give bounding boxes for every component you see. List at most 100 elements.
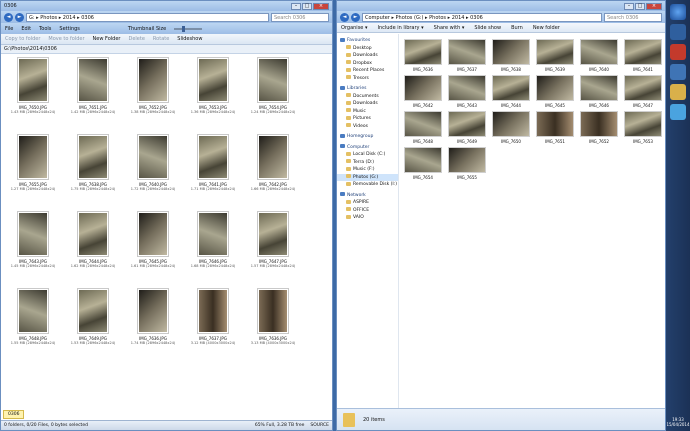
minimize-button[interactable]: – [291, 2, 301, 10]
file-thumbnail[interactable]: IMG_7655.JPG 1.27 MB (2896x2448x24) [7, 134, 59, 191]
nav-item[interactable]: Recent Places [337, 67, 398, 75]
file-thumbnail[interactable]: IMG_7640.JPG 1.72 MB (2896x2448x24) [127, 134, 179, 191]
start-button-icon[interactable] [670, 4, 686, 20]
file-thumbnail[interactable]: IMG_7646.JPG 1.68 MB (2896x2448x24) [187, 211, 239, 268]
file-thumbnail[interactable]: IMG_7637 [445, 39, 489, 72]
nav-item[interactable]: Videos [337, 123, 398, 131]
nav-item[interactable]: Favourites [337, 37, 398, 45]
file-thumbnail[interactable]: IMG_7651.JPG 1.42 MB (2896x2448x24) [67, 57, 119, 114]
file-thumbnail[interactable]: IMG_7647 [621, 75, 665, 108]
nav-item[interactable]: Documents [337, 93, 398, 101]
menu-tools[interactable]: Tools [39, 26, 51, 32]
file-thumbnail[interactable]: IMG_7640 [577, 39, 621, 72]
nav-item[interactable]: Tresors [337, 75, 398, 83]
nav-item[interactable]: Downloads [337, 52, 398, 60]
file-thumbnail[interactable]: IMG_7655 [445, 147, 489, 180]
file-thumbnail[interactable]: IMG_7645.JPG 1.61 MB (2896x2448x24) [127, 211, 179, 268]
forward-button[interactable]: ► [15, 12, 24, 22]
nav-item[interactable]: Removable Disk (I:) [337, 181, 398, 189]
file-thumbnail[interactable]: IMG_7649 [445, 111, 489, 144]
file-thumbnail[interactable]: IMG_7643.JPG 1.45 MB (2896x2448x24) [7, 211, 59, 268]
file-thumbnail[interactable]: IMG_7641.JPG 1.71 MB (2896x2448x24) [187, 134, 239, 191]
file-thumbnail[interactable]: IMG_7638 [489, 39, 533, 72]
share-with-button[interactable]: Share with ▾ [434, 25, 465, 31]
file-thumbnail[interactable]: IMG_7653.JPG 1.36 MB (2896x2448x24) [187, 57, 239, 114]
slideshow-button[interactable]: Slideshow [177, 36, 202, 42]
right-address-bar[interactable]: Computer ▸ Photos (G:) ▸ Photos ▸ 2014 ▸… [362, 12, 602, 22]
include-library-button[interactable]: Include in library ▾ [377, 25, 423, 31]
move-to-folder-button[interactable]: Move to folder [48, 36, 84, 42]
organise-button[interactable]: Organise ▾ [341, 25, 367, 31]
back-button[interactable]: ◄ [4, 12, 13, 22]
back-button[interactable]: ◄ [340, 12, 349, 22]
new-folder-button[interactable]: New Folder [93, 36, 121, 42]
file-thumbnail[interactable]: IMG_7637.JPG 3.12 MB (4000x3000x24) [187, 288, 239, 345]
file-thumbnail[interactable]: IMG_7636.JPG 3.13 MB (4000x3000x24) [247, 288, 299, 345]
nav-item[interactable]: Pictures [337, 115, 398, 123]
file-thumbnail[interactable]: IMG_7653 [621, 111, 665, 144]
file-thumbnail[interactable]: IMG_7642.JPG 1.66 MB (2896x2448x24) [247, 134, 299, 191]
file-thumbnail[interactable]: IMG_7636.JPG 1.74 MB (2896x2448x24) [127, 288, 179, 345]
taskbar-app-icon[interactable] [670, 84, 686, 100]
nav-item[interactable]: Network [337, 192, 398, 200]
taskbar-app-icon[interactable] [670, 44, 686, 60]
burn-button[interactable]: Burn [511, 25, 523, 31]
close-button[interactable]: × [313, 2, 329, 10]
nav-item[interactable]: Music [337, 108, 398, 116]
new-folder-button[interactable]: New folder [533, 25, 560, 31]
nav-item[interactable]: Photos (G:) [337, 173, 398, 181]
minimize-button[interactable]: – [624, 2, 634, 10]
copy-to-folder-button[interactable]: Copy to folder [5, 36, 40, 42]
menu-settings[interactable]: Settings [59, 26, 80, 32]
file-thumbnail[interactable]: IMG_7643 [445, 75, 489, 108]
file-thumbnail[interactable]: IMG_7647.JPG 1.57 MB (2896x2448x24) [247, 211, 299, 268]
file-thumbnail[interactable]: IMG_7648.JPG 1.55 MB (2896x2448x24) [7, 288, 59, 345]
nav-item[interactable]: VAIO [337, 214, 398, 222]
thumbnail-size-slider[interactable] [174, 25, 203, 32]
close-button[interactable]: × [646, 2, 662, 10]
file-thumbnail[interactable]: IMG_7654 [401, 147, 445, 180]
nav-item[interactable]: Terra (D:) [337, 159, 398, 167]
file-thumbnail[interactable]: IMG_7651 [533, 111, 577, 144]
file-thumbnail[interactable]: IMG_7639 [533, 39, 577, 72]
nav-item[interactable]: OFFICE [337, 207, 398, 215]
file-thumbnail[interactable]: IMG_7644.JPG 1.62 MB (2896x2448x24) [67, 211, 119, 268]
file-thumbnail[interactable]: IMG_7654.JPG 1.24 MB (2896x2448x24) [247, 57, 299, 114]
file-thumbnail[interactable]: IMG_7650.JPG 1.43 MB (2896x2448x24) [7, 57, 59, 114]
file-thumbnail[interactable]: IMG_7636 [401, 39, 445, 72]
rotate-button[interactable]: Rotate [153, 36, 169, 42]
nav-item[interactable]: Downloads [337, 100, 398, 108]
nav-item[interactable]: ASPIRE [337, 199, 398, 207]
nav-item[interactable]: Desktop [337, 45, 398, 53]
nav-item[interactable]: Computer [337, 144, 398, 152]
file-thumbnail[interactable]: IMG_7646 [577, 75, 621, 108]
nav-item[interactable]: Local Disk (C:) [337, 151, 398, 159]
nav-item[interactable]: Libraries [337, 85, 398, 93]
file-thumbnail[interactable]: IMG_7641 [621, 39, 665, 72]
file-thumbnail[interactable]: IMG_7642 [401, 75, 445, 108]
left-address-bar[interactable]: G: ▸ Photos ▸ 2014 ▸ 0306 [26, 12, 269, 22]
file-thumbnail[interactable]: IMG_7650 [489, 111, 533, 144]
menu-file[interactable]: File [5, 26, 13, 32]
nav-item[interactable]: Music (F:) [337, 166, 398, 174]
file-thumbnail[interactable]: IMG_7645 [533, 75, 577, 108]
taskbar-app-icon[interactable] [670, 104, 686, 120]
taskbar-app-icon[interactable] [670, 24, 686, 40]
right-search-input[interactable]: Search 0306 [604, 12, 662, 22]
folder-tab[interactable]: 0306 [3, 410, 25, 419]
nav-item[interactable]: Dropbox [337, 60, 398, 68]
delete-button[interactable]: Delete [128, 36, 144, 42]
taskbar-app-icon[interactable] [670, 64, 686, 80]
clock[interactable]: 19:33 15/04/2014 [666, 417, 690, 427]
file-thumbnail[interactable]: IMG_7652.JPG 1.38 MB (2896x2448x24) [127, 57, 179, 114]
nav-item[interactable]: Homegroup [337, 133, 398, 141]
file-thumbnail[interactable]: IMG_7644 [489, 75, 533, 108]
slide-show-button[interactable]: Slide show [474, 25, 501, 31]
maximize-button[interactable]: □ [635, 2, 645, 10]
file-thumbnail[interactable]: IMG_7649.JPG 1.53 MB (2896x2448x24) [67, 288, 119, 345]
file-thumbnail[interactable]: IMG_7652 [577, 111, 621, 144]
menu-edit[interactable]: Edit [21, 26, 31, 32]
file-thumbnail[interactable]: IMG_7648 [401, 111, 445, 144]
forward-button[interactable]: ► [351, 12, 360, 22]
file-thumbnail[interactable]: IMG_7638.JPG 1.75 MB (2896x2448x24) [67, 134, 119, 191]
